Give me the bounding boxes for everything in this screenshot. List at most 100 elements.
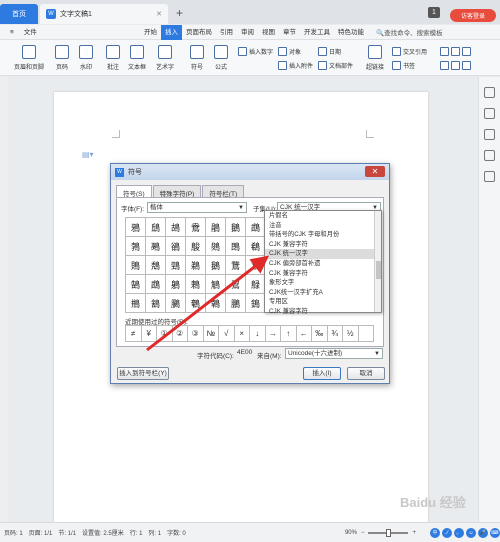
cancel-button[interactable]: 取消 (347, 367, 385, 380)
menu-page-layout[interactable]: 页面布局 (182, 25, 216, 40)
recent-symbol-cell[interactable]: × (234, 326, 250, 342)
menu-start[interactable]: 开始 (140, 25, 161, 40)
recent-symbol-cell[interactable]: → (265, 326, 281, 342)
zoom-slider[interactable] (368, 528, 409, 537)
symbol-cell[interactable]: 鴉 (126, 218, 146, 237)
subset-option[interactable]: CJK 偏旁部首补遗 (265, 259, 381, 269)
recent-symbol-cell[interactable]: ① (157, 326, 173, 342)
symbol-cell[interactable]: 鵐 (146, 237, 166, 256)
new-tab-button[interactable]: + (176, 6, 183, 20)
symbol-cell[interactable]: 鵢 (166, 275, 186, 294)
date-button[interactable]: 日期 (318, 47, 341, 56)
wordart-button[interactable]: 艺术字 (156, 45, 174, 71)
symbol-cell[interactable]: 鵓 (126, 237, 146, 256)
zoom-level[interactable]: 90% (345, 530, 357, 536)
menu-review[interactable]: 审阅 (237, 25, 258, 40)
symbol-cell[interactable]: 鵤 (206, 275, 226, 294)
symbol-cell[interactable]: 鵙 (126, 256, 146, 275)
menu-reference[interactable]: 引用 (216, 25, 237, 40)
recent-symbol-cell[interactable]: ½ (343, 326, 359, 342)
symbol-cell[interactable]: 鵝 (206, 256, 226, 275)
symbol-cell[interactable]: 鵪 (186, 294, 206, 313)
subset-option[interactable]: 专用区 (265, 297, 381, 307)
menu-section[interactable]: 章节 (279, 25, 300, 40)
status-words[interactable]: 字数: 0 (167, 528, 186, 537)
paragraph-icon[interactable]: ▤▾ (82, 150, 94, 159)
recent-symbol-cell[interactable]: ② (172, 326, 188, 342)
watermark-button[interactable]: 水印 (79, 45, 93, 71)
comment-button[interactable]: 批注 (106, 45, 120, 71)
object-button[interactable]: 对象 (278, 47, 301, 56)
subset-option[interactable]: CJK统一汉字扩充A (265, 288, 381, 298)
insert-attachment-button[interactable]: 插入附件 (278, 61, 313, 70)
hamburger-icon[interactable]: ≡ (6, 25, 18, 40)
window-count-badge[interactable]: 1 (428, 7, 440, 18)
subset-option[interactable]: 片假名 (265, 211, 381, 221)
sidebar-tool-icon-2[interactable] (484, 108, 495, 119)
from-select[interactable]: Unicode(十六进制) ▼ (285, 348, 383, 359)
symbol-cell[interactable]: 鵠 (126, 275, 146, 294)
symbol-cell[interactable]: 鵬 (226, 294, 246, 313)
symbol-cell[interactable]: 鴟 (146, 218, 166, 237)
zoom-out-icon[interactable]: − (361, 530, 365, 536)
symbol-cell[interactable]: 鵭 (246, 294, 266, 313)
symbol-cell[interactable]: 鵧 (126, 294, 146, 313)
symbol-cell[interactable]: 鵔 (186, 237, 206, 256)
zoom-slider-knob[interactable] (386, 528, 392, 537)
ime-icon[interactable]: 🎤 (478, 527, 488, 538)
menu-insert[interactable]: 插入 (161, 24, 182, 40)
cross-reference-button[interactable]: 交叉引用 (392, 47, 427, 56)
ime-icon[interactable]: 。 (454, 527, 464, 538)
scrollbar-thumb[interactable] (376, 261, 381, 279)
bookmark-button[interactable]: 书签 (392, 61, 415, 70)
symbol-cell[interactable]: 鵛 (166, 256, 186, 275)
insert-to-symbol-bar-button[interactable]: 插入到符号栏(Y) (117, 367, 169, 380)
symbol-button[interactable]: 符号 (190, 45, 204, 71)
recent-symbol-cell[interactable]: ‰ (312, 326, 328, 342)
symbol-cell[interactable]: 鵦 (246, 275, 266, 294)
ime-icon[interactable]: 中 (430, 527, 440, 538)
menu-dev-tools[interactable]: 开发工具 (300, 25, 334, 40)
ime-icon[interactable]: ⌨ (490, 527, 500, 538)
subset-option[interactable]: 象形文字 (265, 278, 381, 288)
menu-special[interactable]: 特色功能 (334, 25, 368, 40)
home-tab[interactable]: 首页 (0, 4, 38, 24)
command-search[interactable]: 🔍查找命令、搜索模板 (376, 27, 443, 37)
zoom-in-icon[interactable]: + (412, 530, 416, 536)
symbol-cell[interactable]: 鵩 (166, 294, 186, 313)
insert-number-button[interactable]: 插入数字 (238, 47, 273, 56)
doc-parts-button[interactable]: 文档部件 (318, 61, 353, 70)
recent-symbol-cell[interactable]: ③ (188, 326, 204, 342)
ime-icon[interactable]: ☺ (466, 527, 476, 538)
subset-option[interactable]: CJK 兼容字符 (265, 269, 381, 279)
symbol-cell[interactable]: 鵣 (186, 275, 206, 294)
dropdown-scrollbar[interactable] (374, 211, 381, 312)
symbol-cell[interactable]: 鵑 (206, 218, 226, 237)
symbol-cell[interactable]: 鵜 (186, 256, 206, 275)
recent-symbol-cell[interactable]: ¥ (141, 326, 157, 342)
sidebar-tool-icon-4[interactable] (484, 150, 495, 161)
ime-icon[interactable]: ノ (442, 527, 452, 538)
symbol-cell[interactable]: 鵫 (206, 294, 226, 313)
symbol-cell[interactable]: 鵟 (246, 256, 266, 275)
subset-option[interactable]: CJK 兼容字符 (265, 307, 381, 317)
symbol-cell[interactable]: 鵡 (146, 275, 166, 294)
layout-option-b[interactable] (440, 61, 471, 70)
close-tab-icon[interactable]: ✕ (156, 10, 162, 18)
hyperlink-button[interactable]: 超链接 (366, 45, 384, 71)
symbol-cell[interactable]: 鴣 (166, 218, 186, 237)
menu-view[interactable]: 视图 (258, 25, 279, 40)
recent-symbol-cell[interactable]: √ (219, 326, 235, 342)
subset-option[interactable]: CJK 统一汉字 (265, 249, 381, 259)
dialog-close-button[interactable]: ✕ (365, 166, 385, 177)
symbol-cell[interactable]: 鵗 (246, 237, 266, 256)
document-tab[interactable]: W 文字文稿1 ✕ (40, 4, 168, 24)
symbol-cell[interactable]: 鵝 (226, 218, 246, 237)
symbol-cell[interactable]: 鵖 (226, 237, 246, 256)
symbol-cell[interactable]: 鵞 (226, 256, 246, 275)
subset-option[interactable]: 带括号的CJK 字母和月份 (265, 230, 381, 240)
insert-button[interactable]: 插入(I) (303, 367, 341, 380)
symbol-cell[interactable]: 鵡 (246, 218, 266, 237)
page-number-button[interactable]: 页码 (55, 45, 69, 71)
symbol-cell[interactable]: 鵨 (146, 294, 166, 313)
